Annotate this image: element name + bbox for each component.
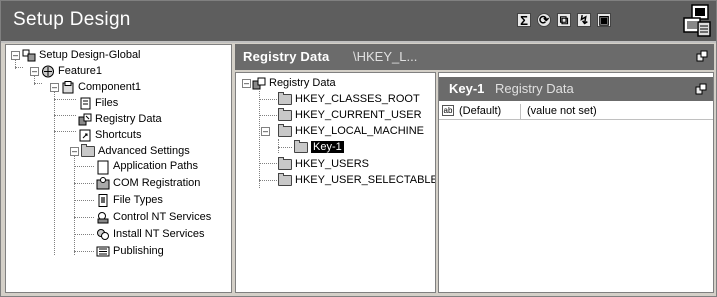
wizard-icon[interactable]: ↯	[577, 13, 591, 27]
tree-item-label: HKEY_CURRENT_USER	[295, 109, 422, 121]
registry-tree-pane[interactable]: – – Registry Data HKEY_CLASSES_ROOT HKEY…	[235, 72, 436, 293]
tree-item-label: HKEY_CLASSES_ROOT	[295, 93, 420, 105]
tree-item-label: COM Registration	[113, 177, 201, 189]
collapse-toggle-hklm[interactable]: –	[261, 127, 270, 136]
value-data: (value not set)	[527, 105, 597, 117]
collapse-toggle-advanced-settings[interactable]: –	[70, 147, 79, 156]
service-icon	[96, 211, 110, 224]
folder-icon	[278, 172, 292, 187]
refresh-icon[interactable]: ⟳	[537, 13, 551, 27]
tree-item-setup-design-global[interactable]: Setup Design-Global	[22, 47, 141, 63]
key-header: Key-1 Registry Data	[439, 77, 713, 101]
collapse-toggle-registry-data[interactable]: –	[242, 79, 251, 88]
view-title: Registry Data	[243, 49, 330, 64]
tree-item-label: Setup Design-Global	[39, 49, 141, 61]
tree-item-label: Files	[95, 97, 119, 109]
tree-item-label: HKEY_USER_SELECTABLE	[295, 174, 436, 186]
registry-icon	[252, 77, 266, 90]
registry-path: \HKEY_L...	[353, 49, 418, 64]
registry-header-icon	[695, 83, 707, 95]
folder-icon	[278, 123, 292, 138]
key-subtitle: Registry Data	[495, 81, 574, 96]
folder-icon	[278, 156, 292, 171]
doc-icon	[96, 160, 110, 174]
shortcut-icon	[78, 129, 92, 142]
tree-item-hkey-user-selectable[interactable]: HKEY_USER_SELECTABLE	[278, 172, 436, 188]
key-values-pane[interactable]: Key-1 Registry Data ab (Default) (value …	[438, 72, 714, 293]
column-divider	[520, 104, 521, 120]
tree-item-label-selected: Key-1	[311, 141, 344, 153]
installer-logo-icon	[683, 4, 711, 37]
install-service-icon	[96, 228, 110, 241]
tree-item-label: Application Paths	[113, 160, 198, 172]
folder-icon	[81, 143, 95, 158]
tree-item-label: HKEY_USERS	[295, 158, 369, 170]
tree-item-com-registration[interactable]: COM Registration	[96, 175, 200, 191]
tree-item-registry-data[interactable]: Registry Data	[78, 111, 162, 127]
registry-header-icon	[696, 50, 708, 62]
component-icon	[61, 80, 75, 94]
sigma-icon[interactable]: Σ	[517, 13, 531, 28]
tree-item-label: Advanced Settings	[98, 145, 190, 157]
copy-icon[interactable]: ⧉	[557, 13, 571, 27]
registry-icon	[78, 113, 92, 126]
folder-icon	[294, 139, 308, 154]
tree-item-control-nt-services[interactable]: Control NT Services	[96, 209, 211, 225]
tree-item-label: Component1	[78, 81, 141, 93]
tree-item-shortcuts[interactable]: Shortcuts	[78, 127, 141, 143]
tree-item-publishing[interactable]: Publishing	[96, 243, 164, 259]
collapse-toggle-global[interactable]: –	[11, 51, 20, 60]
design-tree-pane[interactable]: – – – – Setup Design-Global Feature1 Com…	[5, 44, 232, 293]
tree-item-label: File Types	[113, 194, 163, 206]
folder-icon	[278, 91, 292, 106]
com-icon	[96, 176, 110, 190]
tree-item-label: Control NT Services	[113, 211, 212, 223]
collapse-toggle-feature1[interactable]: –	[30, 67, 39, 76]
registry-data-header: Registry Data \HKEY_L...	[235, 44, 714, 70]
key-title: Key-1	[449, 81, 485, 96]
tree-item-component1[interactable]: Component1	[61, 79, 141, 95]
publishing-icon	[96, 245, 110, 258]
global-icon	[22, 49, 36, 62]
tree-item-registry-root[interactable]: Registry Data	[252, 75, 336, 91]
window-title: Setup Design	[13, 9, 131, 30]
tree-item-hkey-classes-root[interactable]: HKEY_CLASSES_ROOT	[278, 91, 420, 107]
string-value-icon: ab	[442, 105, 454, 116]
tree-item-label: Shortcuts	[95, 129, 142, 141]
tree-item-label: Install NT Services	[113, 228, 205, 240]
tree-item-files[interactable]: Files	[78, 95, 118, 111]
filetype-icon	[96, 193, 110, 207]
tree-item-file-types[interactable]: File Types	[96, 192, 163, 208]
tree-item-label: Publishing	[113, 245, 164, 257]
folder-icon	[278, 107, 292, 122]
tree-item-hkey-current-user[interactable]: HKEY_CURRENT_USER	[278, 107, 422, 123]
tree-item-application-paths[interactable]: Application Paths	[96, 158, 198, 174]
tree-item-hkey-local-machine[interactable]: HKEY_LOCAL_MACHINE	[278, 123, 424, 139]
tree-item-key-1[interactable]: Key-1	[294, 139, 344, 155]
tree-item-label: Feature1	[58, 65, 103, 77]
tree-item-label: Registry Data	[269, 77, 336, 89]
tree-item-advanced-settings[interactable]: Advanced Settings	[81, 143, 190, 159]
title-bar: Setup Design Σ ⟳ ⧉ ↯ ▣	[1, 1, 716, 43]
settings-icon[interactable]: ▣	[597, 13, 611, 27]
tree-item-hkey-users[interactable]: HKEY_USERS	[278, 156, 369, 172]
tree-item-label: HKEY_LOCAL_MACHINE	[295, 125, 424, 137]
tree-item-label: Registry Data	[95, 113, 162, 125]
value-name: (Default)	[459, 105, 502, 117]
files-icon	[78, 97, 92, 110]
tree-item-install-nt-services[interactable]: Install NT Services	[96, 226, 205, 242]
feature-icon	[41, 65, 55, 78]
value-row[interactable]: ab (Default) (value not set)	[439, 104, 713, 120]
tree-item-feature1[interactable]: Feature1	[41, 63, 102, 79]
collapse-toggle-component1[interactable]: –	[50, 83, 59, 92]
